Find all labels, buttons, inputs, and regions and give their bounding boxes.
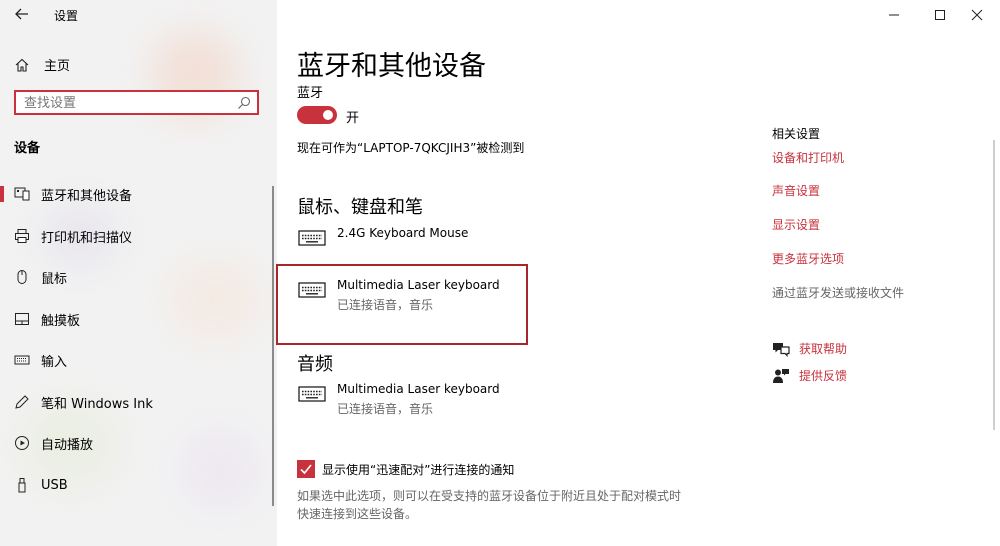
swift-pair-checkbox[interactable]: [297, 460, 315, 478]
home-icon: [15, 58, 29, 72]
device-item[interactable]: 2.4G Keyboard Mouse: [297, 226, 468, 248]
help-line-2: 快速连接到这些设备。: [297, 507, 418, 521]
swift-pair-help: 如果选中此选项，则可以在受支持的蓝牙设备位于附近且处于配对模式时 快速连接到这些…: [297, 487, 697, 523]
sidebar-item-label: 自动播放: [41, 437, 94, 453]
search-icon[interactable]: [237, 96, 251, 110]
autoplay-icon: [12, 433, 32, 453]
sidebar-item-label: 蓝牙和其他设备: [41, 188, 133, 204]
highlight-box: [276, 264, 528, 345]
minimize-icon: [889, 14, 899, 16]
related-settings-title: 相关设置: [772, 127, 821, 141]
printer-icon: [12, 226, 32, 246]
bluetooth-label: 蓝牙: [297, 86, 324, 101]
main-scrollbar[interactable]: [993, 140, 995, 430]
device-name: Multimedia Laser keyboard: [337, 382, 500, 396]
usb-icon: [12, 475, 32, 495]
get-help-label: 获取帮助: [799, 342, 848, 356]
feedback-person-icon: [773, 368, 789, 383]
sidebar: 设置 主页 设备 蓝牙和其他设备 打印机和扫描仪 鼠标: [0, 0, 277, 546]
sidebar-item-label: 触摸板: [41, 313, 81, 329]
pen-icon: [12, 392, 32, 412]
sidebar-item-label: 笔和 Windows Ink: [41, 396, 153, 412]
maximize-icon: [935, 10, 945, 20]
bluetooth-devices-icon: [12, 184, 32, 204]
sidebar-item-typing[interactable]: 输入: [0, 345, 270, 375]
toggle-knob: [323, 110, 333, 120]
section-title: 设备: [14, 141, 41, 156]
touchpad-icon: [12, 309, 32, 329]
sidebar-item-pen[interactable]: 笔和 Windows Ink: [0, 387, 270, 417]
get-help-link[interactable]: 获取帮助: [772, 340, 847, 357]
keyboard-icon: [298, 386, 326, 402]
sidebar-item-label: 打印机和扫描仪: [41, 230, 133, 246]
device-status: 已连接语音，音乐: [337, 402, 434, 416]
keyboard-icon: [298, 230, 326, 246]
sidebar-item-mouse[interactable]: 鼠标: [0, 262, 270, 292]
section-heading-input: 鼠标、键盘和笔: [297, 197, 423, 218]
page-title: 蓝牙和其他设备: [297, 51, 486, 82]
sidebar-scrollbar[interactable]: [272, 186, 274, 506]
keyboard-icon: [12, 350, 32, 370]
bluetooth-toggle[interactable]: [297, 106, 337, 124]
sidebar-item-autoplay[interactable]: 自动播放: [0, 428, 270, 458]
link-more-bluetooth[interactable]: 更多蓝牙选项: [772, 250, 844, 267]
link-send-receive-files[interactable]: 通过蓝牙发送或接收文件: [772, 284, 904, 301]
link-devices-printers[interactable]: 设备和打印机: [772, 149, 844, 166]
sidebar-item-touchpad[interactable]: 触摸板: [0, 304, 270, 334]
home-label: 主页: [44, 59, 71, 74]
section-heading-audio: 音频: [297, 354, 333, 375]
sidebar-item-label: USB: [41, 477, 68, 493]
checkmark-icon: [300, 464, 312, 475]
back-arrow-icon[interactable]: [12, 4, 32, 24]
swift-pair-label[interactable]: 显示使用“迅速配对”进行连接的通知: [322, 461, 514, 478]
help-line-1: 如果选中此选项，则可以在受支持的蓝牙设备位于附近且处于配对模式时: [297, 489, 682, 503]
discoverable-text: 现在可作为“LAPTOP-7QKCJIH3”被检测到: [297, 141, 525, 155]
sidebar-item-usb[interactable]: USB: [0, 470, 270, 500]
sidebar-home[interactable]: 主页: [14, 55, 70, 74]
feedback-label: 提供反馈: [799, 369, 848, 383]
device-name: 2.4G Keyboard Mouse: [337, 226, 469, 240]
sidebar-item-label: 鼠标: [41, 271, 68, 287]
device-item[interactable]: Multimedia Laser keyboard 已连接语音，音乐: [297, 382, 500, 417]
close-button[interactable]: [954, 0, 1000, 30]
link-display-settings[interactable]: 显示设置: [772, 216, 820, 233]
mouse-icon: [12, 267, 32, 287]
link-sound-settings[interactable]: 声音设置: [772, 182, 820, 199]
sidebar-item-label: 输入: [41, 354, 68, 370]
close-icon: [971, 9, 983, 21]
search-input[interactable]: [16, 93, 234, 114]
search-box[interactable]: [14, 90, 259, 115]
window-title: 设置: [54, 9, 79, 23]
sidebar-item-bluetooth[interactable]: 蓝牙和其他设备: [0, 179, 270, 209]
feedback-link[interactable]: 提供反馈: [772, 367, 847, 384]
help-chat-icon: [773, 342, 790, 357]
minimize-button[interactable]: [871, 0, 917, 30]
toggle-state-label: 开: [346, 111, 360, 126]
sidebar-item-printers[interactable]: 打印机和扫描仪: [0, 221, 270, 251]
